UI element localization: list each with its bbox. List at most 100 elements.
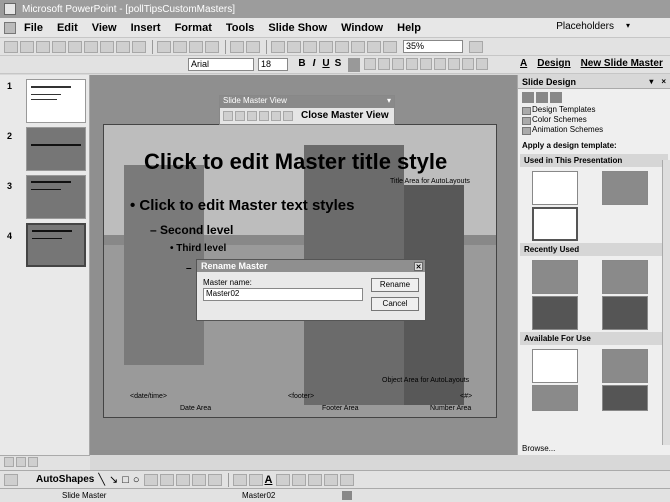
decrease-indent-icon[interactable] — [462, 58, 474, 70]
tables-borders-icon[interactable] — [303, 40, 317, 53]
help-icon[interactable] — [469, 40, 483, 53]
oval-icon[interactable]: ○ — [133, 474, 140, 486]
design-template-thumb[interactable] — [532, 385, 578, 411]
zoom-select[interactable]: 35% — [403, 40, 463, 53]
3d-style-icon[interactable] — [340, 473, 355, 486]
slide-thumbnail-selected[interactable] — [26, 223, 86, 267]
wordart-icon[interactable] — [159, 473, 174, 486]
footer-placeholder[interactable]: <footer> — [288, 393, 314, 400]
preview-icon[interactable] — [100, 40, 114, 53]
close-icon[interactable]: ✕ — [414, 261, 423, 271]
animation-schemes-link[interactable]: Animation Schemes — [518, 125, 670, 135]
align-left-icon[interactable] — [364, 58, 376, 70]
cancel-button[interactable]: Cancel — [371, 297, 419, 311]
slide-sorter-icon[interactable] — [16, 457, 26, 467]
numbering-icon[interactable] — [406, 58, 418, 70]
expand-all-icon[interactable] — [335, 40, 349, 53]
rename-button[interactable]: Rename — [371, 278, 419, 292]
master-text-level2[interactable]: – Second level — [150, 223, 233, 237]
paste-icon[interactable] — [189, 40, 203, 53]
color-grayscale-icon[interactable] — [383, 40, 397, 53]
normal-view-icon[interactable] — [4, 457, 14, 467]
insert-hyperlink-icon[interactable] — [319, 40, 333, 53]
design-template-thumb[interactable] — [532, 296, 578, 330]
design-template-thumb[interactable] — [602, 296, 648, 330]
date-placeholder[interactable]: <date/time> — [130, 393, 167, 400]
menu-help[interactable]: Help — [397, 22, 421, 34]
permission-icon[interactable] — [52, 40, 66, 53]
save-icon[interactable] — [36, 40, 50, 53]
slide-thumbnail[interactable] — [26, 79, 86, 123]
show-formatting-icon[interactable] — [351, 40, 365, 53]
arrow-style-icon[interactable] — [308, 473, 323, 486]
draw-icon[interactable] — [4, 473, 18, 486]
design-template-thumb[interactable] — [532, 349, 578, 383]
email-icon[interactable] — [68, 40, 82, 53]
design-templates-link[interactable]: Design Templates — [518, 105, 670, 115]
diagram-icon[interactable] — [175, 473, 190, 486]
menu-insert[interactable]: Insert — [131, 22, 161, 34]
master-name-input[interactable]: Master02 — [203, 288, 363, 301]
underline-button[interactable]: U — [320, 58, 332, 72]
menu-slide-show[interactable]: Slide Show — [268, 22, 327, 34]
chevron-down-icon[interactable]: ▾ — [387, 96, 391, 108]
close-master-view-button[interactable]: Close Master View — [301, 110, 389, 121]
insert-new-slide-master-icon[interactable] — [223, 110, 233, 121]
home-icon[interactable] — [550, 91, 562, 103]
delete-master-icon[interactable] — [247, 110, 257, 121]
task-pane-scrollbar[interactable] — [662, 160, 670, 445]
picture-icon[interactable] — [207, 473, 222, 486]
increase-indent-icon[interactable] — [476, 58, 488, 70]
bullets-icon[interactable] — [420, 58, 432, 70]
slide-thumbnail[interactable] — [26, 175, 86, 219]
dash-style-icon[interactable] — [292, 473, 307, 486]
menu-window[interactable]: Window — [341, 22, 383, 34]
menu-format[interactable]: Format — [175, 22, 212, 34]
design-template-thumb[interactable] — [602, 171, 648, 205]
master-title-placeholder[interactable]: Click to edit Master title style — [144, 149, 447, 175]
powerpoint-icon[interactable] — [4, 3, 16, 15]
number-placeholder[interactable]: <#> — [460, 393, 472, 400]
clip-art-icon[interactable] — [191, 473, 206, 486]
center-icon[interactable] — [378, 58, 390, 70]
fill-color-icon[interactable] — [232, 473, 247, 486]
preserve-master-icon[interactable] — [259, 110, 269, 121]
back-icon[interactable] — [522, 91, 534, 103]
menu-edit[interactable]: Edit — [57, 22, 78, 34]
rectangle-icon[interactable]: □ — [122, 474, 129, 486]
increase-font-icon[interactable] — [434, 58, 446, 70]
design-template-thumb[interactable] — [532, 260, 578, 294]
print-icon[interactable] — [84, 40, 98, 53]
decrease-font-icon[interactable] — [448, 58, 460, 70]
shadow-style-icon[interactable] — [324, 473, 339, 486]
text-box-icon[interactable] — [143, 473, 158, 486]
chevron-down-icon[interactable]: ▾ — [649, 77, 653, 86]
toolbar-title-bar[interactable]: Slide Master View ▾ — [220, 96, 394, 108]
font-color-icon[interactable]: A — [520, 58, 527, 69]
insert-chart-icon[interactable] — [271, 40, 285, 53]
align-right-icon[interactable] — [392, 58, 404, 70]
slide-show-icon[interactable] — [28, 457, 38, 467]
placeholders-box[interactable]: Placeholders — [556, 21, 614, 32]
chevron-down-icon[interactable]: ▾ — [626, 21, 630, 30]
master-text-level3[interactable]: • Third level — [170, 243, 226, 254]
format-painter-icon[interactable] — [205, 40, 219, 53]
spelling-icon[interactable] — [116, 40, 130, 53]
dialog-title-bar[interactable]: Rename Master ✕ — [197, 260, 425, 272]
grid-icon[interactable] — [367, 40, 381, 53]
master-text-level1[interactable]: • Click to edit Master text styles — [130, 197, 355, 214]
copy-icon[interactable] — [173, 40, 187, 53]
font-color-icon[interactable]: A — [265, 474, 273, 486]
rename-master-icon[interactable] — [271, 110, 281, 121]
bold-button[interactable]: B — [296, 58, 308, 72]
insert-new-title-master-icon[interactable] — [235, 110, 245, 121]
open-icon[interactable] — [20, 40, 34, 53]
line-color-icon[interactable] — [248, 473, 263, 486]
master-text-level4[interactable]: – — [186, 263, 192, 274]
master-layout-icon[interactable] — [283, 110, 293, 121]
menu-view[interactable]: View — [92, 22, 117, 34]
insert-table-icon[interactable] — [287, 40, 301, 53]
design-template-thumb[interactable] — [602, 260, 648, 294]
new-icon[interactable] — [4, 40, 18, 53]
line-icon[interactable]: ╲ — [98, 473, 105, 486]
